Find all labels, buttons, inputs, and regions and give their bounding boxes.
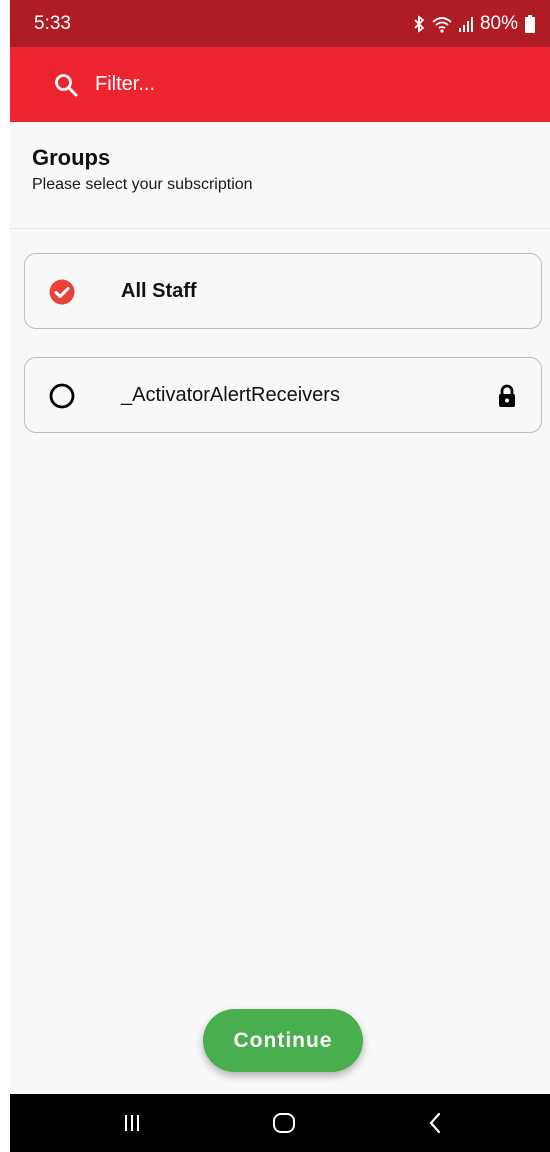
- unchecked-circle-icon[interactable]: [49, 383, 75, 409]
- filter-input[interactable]: Filter...: [95, 73, 155, 96]
- signal-icon: [458, 15, 474, 33]
- checked-circle-icon[interactable]: [49, 279, 75, 305]
- battery-percent: 80%: [479, 12, 518, 34]
- page-title: Groups: [32, 145, 111, 170]
- recent-apps-icon[interactable]: [122, 1113, 142, 1133]
- group-item-activator-alert-receivers[interactable]: _ActivatorAlertReceivers: [24, 357, 542, 433]
- group-name: All Staff: [121, 279, 197, 302]
- group-name: _ActivatorAlertReceivers: [121, 383, 340, 406]
- groups-header: Groups Please select your subscription: [32, 145, 253, 194]
- home-icon[interactable]: [272, 1112, 296, 1134]
- continue-button[interactable]: Continue: [203, 1009, 363, 1072]
- lock-icon: [497, 384, 517, 408]
- status-time: 5:33: [34, 12, 71, 34]
- status-indicators: 80%: [412, 13, 536, 35]
- back-icon[interactable]: [428, 1112, 442, 1134]
- battery-icon: [524, 14, 536, 34]
- app-screen: 5:33 80% Filter... Groups Please select …: [10, 0, 550, 1152]
- filter-toolbar[interactable]: Filter...: [10, 47, 550, 122]
- status-bar: 5:33 80%: [10, 0, 550, 47]
- bluetooth-icon: [412, 14, 426, 33]
- search-icon[interactable]: [53, 72, 79, 98]
- wifi-icon: [432, 15, 452, 33]
- navigation-bar: [10, 1094, 550, 1152]
- divider: [10, 228, 550, 229]
- page-subtitle: Please select your subscription: [32, 176, 253, 193]
- group-item-all-staff[interactable]: All Staff: [24, 253, 542, 329]
